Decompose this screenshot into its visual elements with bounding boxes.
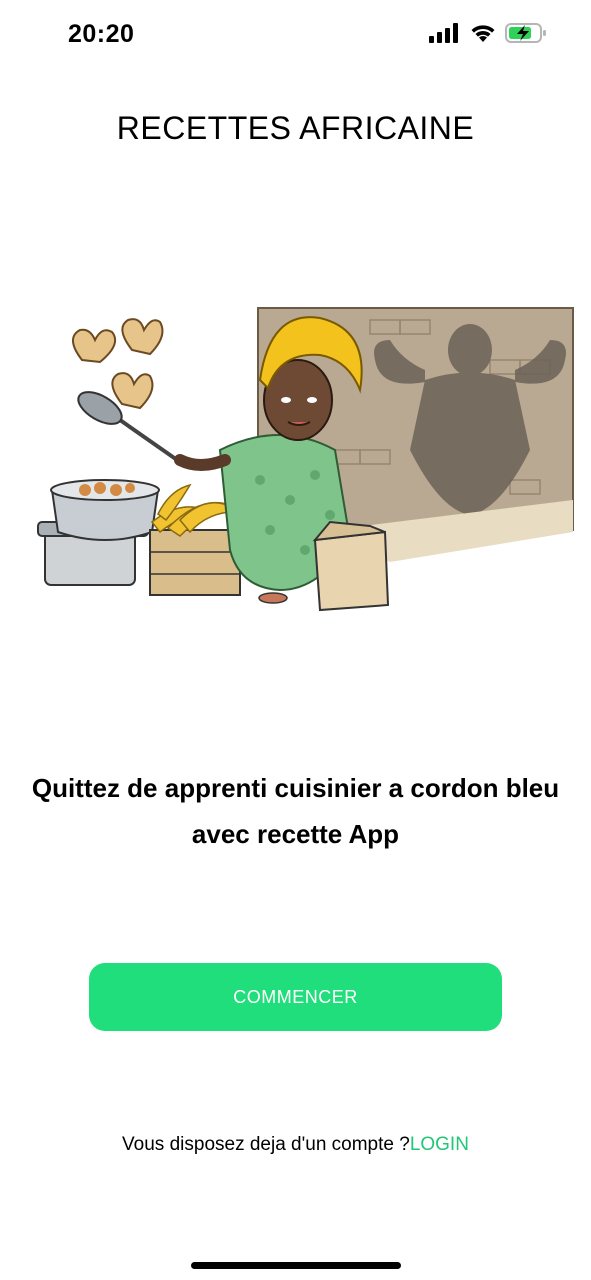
login-prompt-row: Vous disposez deja d'un compte ?LOGIN [0, 1134, 591, 1156]
welcome-screen: 20:20 RECETTES AFRICAINE Quittez de appr… [0, 0, 591, 1280]
cellular-signal-icon [429, 23, 458, 43]
start-button[interactable]: COMMENCER [89, 963, 502, 1031]
home-indicator[interactable] [191, 1262, 401, 1269]
login-prompt-text: Vous disposez deja d'un compte ? [122, 1134, 410, 1155]
status-time: 20:20 [68, 20, 135, 48]
login-link[interactable]: LOGIN [410, 1134, 469, 1155]
page-title: RECETTES AFRICAINE [116, 110, 475, 146]
status-icons [429, 22, 547, 44]
battery-charging-icon [505, 23, 546, 43]
wifi-icon [471, 25, 495, 42]
tagline: Quittez de apprenti cuisinier a cordon b… [31, 773, 560, 849]
status-bar: 20:20 [0, 0, 591, 70]
cooking-woman-illustration [37, 307, 574, 612]
